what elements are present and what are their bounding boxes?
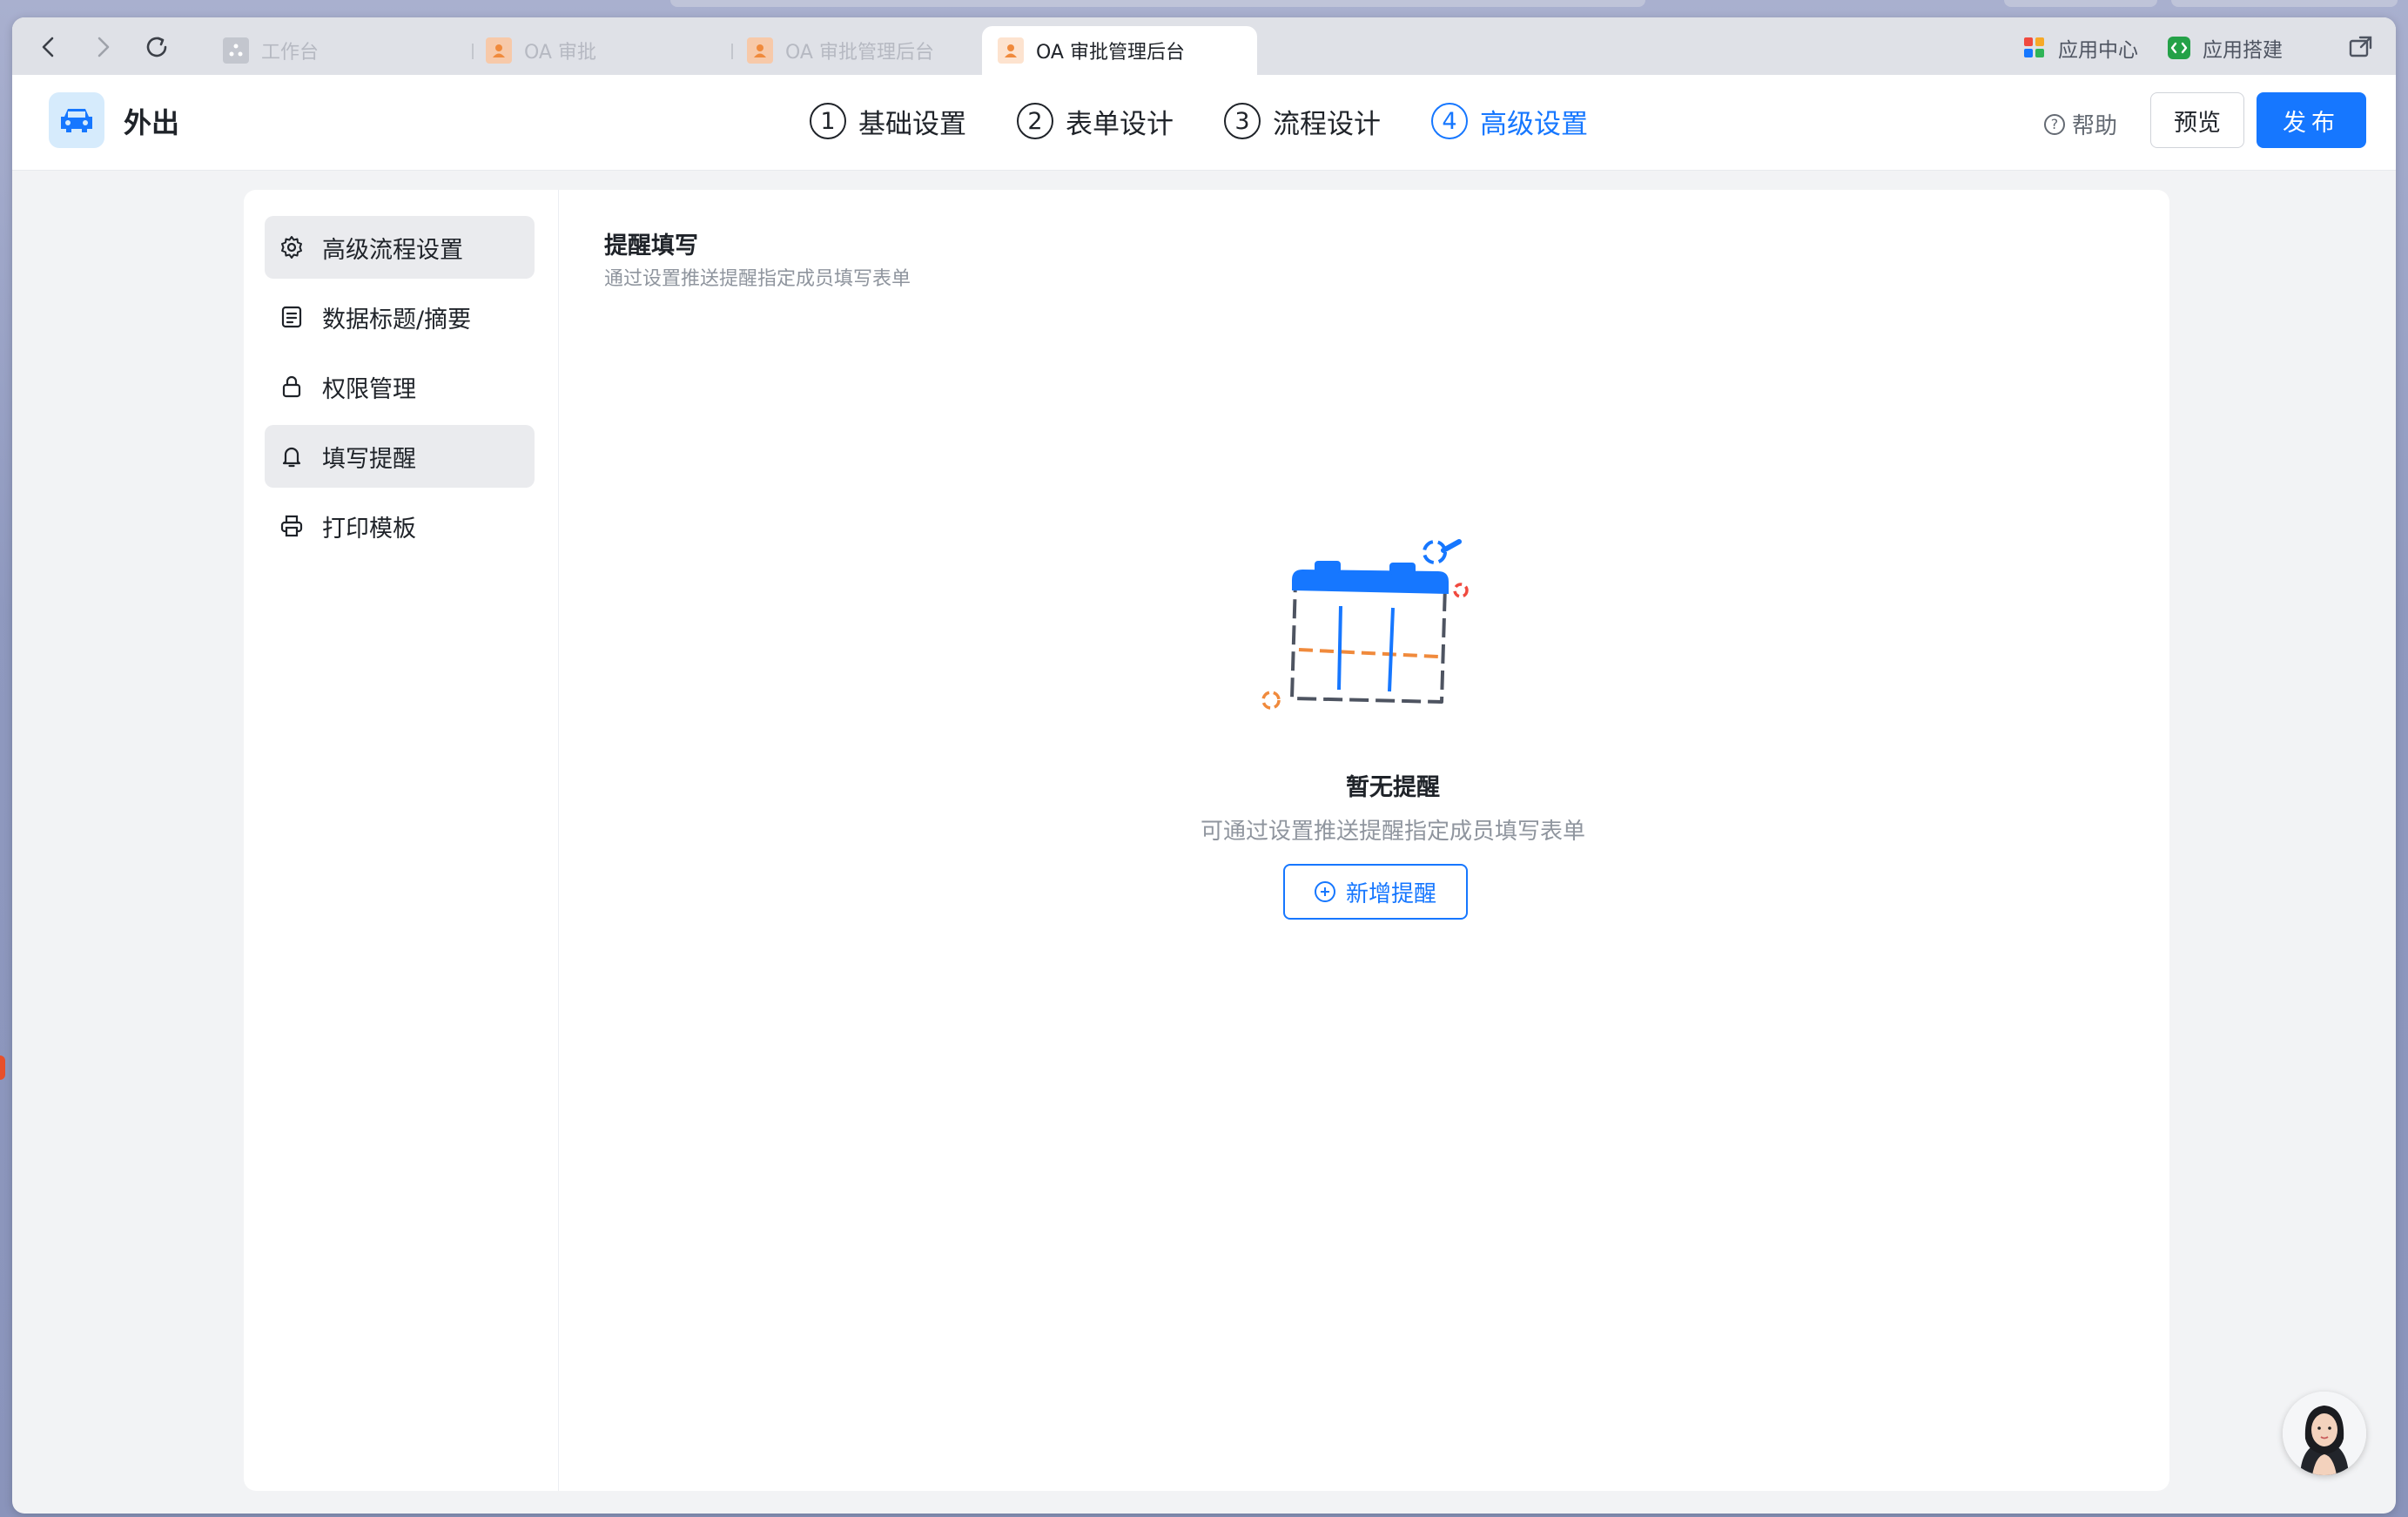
app-center-label: 应用中心 — [2058, 39, 2138, 62]
oa-favicon-icon — [747, 37, 773, 64]
reload-button[interactable] — [139, 30, 174, 64]
plus-circle-icon — [1314, 881, 1335, 902]
tab-label: 工作台 — [261, 42, 319, 64]
question-circle-icon: ? — [2044, 113, 2065, 135]
help-label: 帮助 — [2072, 113, 2118, 139]
menu-item-label: 高级流程设置 — [322, 236, 463, 264]
tab-label: OA 审批管理后台 — [785, 42, 934, 64]
side-menu: 高级流程设置 数据标题/摘要 权限管理 填写提醒 打印模板 — [244, 190, 559, 1491]
step-number: 3 — [1224, 103, 1261, 139]
section-title: 提醒填写 — [604, 233, 698, 260]
workbench-favicon-icon — [223, 37, 249, 64]
step-label: 表单设计 — [1066, 108, 1174, 140]
assistant-avatar[interactable] — [2283, 1392, 2366, 1475]
empty-state-description: 可通过设置推送提醒指定成员填写表单 — [1200, 819, 1585, 845]
app-header: 外出 1 基础设置 2 表单设计 3 流程设计 4 高级设置 ? 帮助 预览 发… — [12, 75, 2396, 171]
external-window-icon — [2349, 36, 2372, 57]
app-grid-icon — [2024, 37, 2044, 57]
open-external-button[interactable] — [2347, 33, 2375, 61]
lock-icon — [282, 375, 301, 398]
reload-icon — [146, 37, 167, 57]
top-strip — [2004, 0, 2157, 7]
oa-favicon-icon — [486, 37, 512, 64]
menu-item-fill-reminder[interactable]: 填写提醒 — [265, 425, 535, 488]
step-label: 流程设计 — [1273, 108, 1381, 140]
app-builder-link[interactable]: 应用搭建 — [2166, 33, 2283, 63]
step-basic-settings[interactable]: 1 基础设置 — [810, 102, 966, 141]
bell-icon — [282, 447, 301, 468]
tab-oa-approval[interactable]: OA 审批 — [470, 26, 731, 75]
tab-bar: 工作台 OA 审批 OA 审批管理后台 OA 审批管理后台 应用中心 应用搭建 — [12, 17, 2396, 75]
oa-favicon-icon — [998, 37, 1024, 64]
chevron-right-icon — [98, 37, 110, 57]
preview-button[interactable]: 预览 — [2150, 92, 2244, 148]
app-center-link[interactable]: 应用中心 — [2021, 33, 2138, 63]
app-logo — [49, 92, 104, 148]
menu-item-label: 打印模板 — [322, 515, 416, 543]
desktop-edge-marker — [0, 1055, 5, 1080]
menu-item-label: 权限管理 — [322, 375, 416, 403]
browser-window: 工作台 OA 审批 OA 审批管理后台 OA 审批管理后台 应用中心 应用搭建 … — [12, 17, 2396, 1514]
step-advanced-settings[interactable]: 4 高级设置 — [1431, 102, 1588, 141]
publish-button[interactable]: 发布 — [2257, 92, 2366, 148]
document-icon — [281, 306, 302, 328]
step-navigation: 1 基础设置 2 表单设计 3 流程设计 4 高级设置 — [810, 99, 1638, 143]
desktop-background: 工作台 OA 审批 OA 审批管理后台 OA 审批管理后台 应用中心 应用搭建 … — [0, 0, 2408, 1517]
empty-calendar-illustration-icon — [1261, 539, 1469, 710]
step-number: 4 — [1431, 103, 1468, 139]
content-card: 高级流程设置 数据标题/摘要 权限管理 填写提醒 打印模板 提醒填写 通过设置推… — [244, 190, 2169, 1491]
menu-item-data-title[interactable]: 数据标题/摘要 — [265, 286, 535, 348]
tab-label: OA 审批 — [524, 42, 596, 64]
step-process-design[interactable]: 3 流程设计 — [1224, 102, 1381, 141]
chevron-left-icon — [42, 37, 54, 57]
assistant-avatar-icon — [2283, 1392, 2366, 1475]
empty-state-title: 暂无提醒 — [1346, 774, 1440, 801]
gear-icon — [281, 236, 302, 259]
car-icon — [61, 109, 92, 132]
tab-workbench[interactable]: 工作台 — [207, 26, 468, 75]
menu-item-label: 数据标题/摘要 — [322, 306, 472, 334]
menu-item-label: 填写提醒 — [322, 445, 416, 473]
step-label: 基础设置 — [858, 108, 966, 140]
menu-item-permissions[interactable]: 权限管理 — [265, 355, 535, 418]
tab-oa-admin[interactable]: OA 审批管理后台 — [731, 26, 992, 75]
app-title: 外出 — [124, 106, 180, 139]
printer-icon — [280, 515, 303, 537]
forward-button[interactable] — [85, 30, 120, 64]
step-number: 2 — [1017, 103, 1053, 139]
step-label: 高级设置 — [1480, 108, 1588, 140]
section-description: 通过设置推送提醒指定成员填写表单 — [604, 268, 911, 290]
back-button[interactable] — [31, 30, 66, 64]
code-block-icon — [2168, 37, 2190, 59]
add-reminder-label: 新增提醒 — [1345, 880, 1436, 907]
add-reminder-button[interactable]: 新增提醒 — [1283, 864, 1468, 920]
step-number: 1 — [810, 103, 846, 139]
tab-label: OA 审批管理后台 — [1036, 42, 1185, 64]
menu-item-advanced-process[interactable]: 高级流程设置 — [265, 216, 535, 279]
top-strip — [2171, 0, 2398, 7]
tab-oa-admin-active[interactable]: OA 审批管理后台 — [982, 26, 1257, 75]
help-link[interactable]: ? 帮助 — [2044, 108, 2117, 140]
app-builder-label: 应用搭建 — [2203, 39, 2283, 62]
step-form-design[interactable]: 2 表单设计 — [1017, 102, 1174, 141]
menu-item-print-template[interactable]: 打印模板 — [265, 495, 535, 557]
top-strip — [670, 0, 1645, 7]
